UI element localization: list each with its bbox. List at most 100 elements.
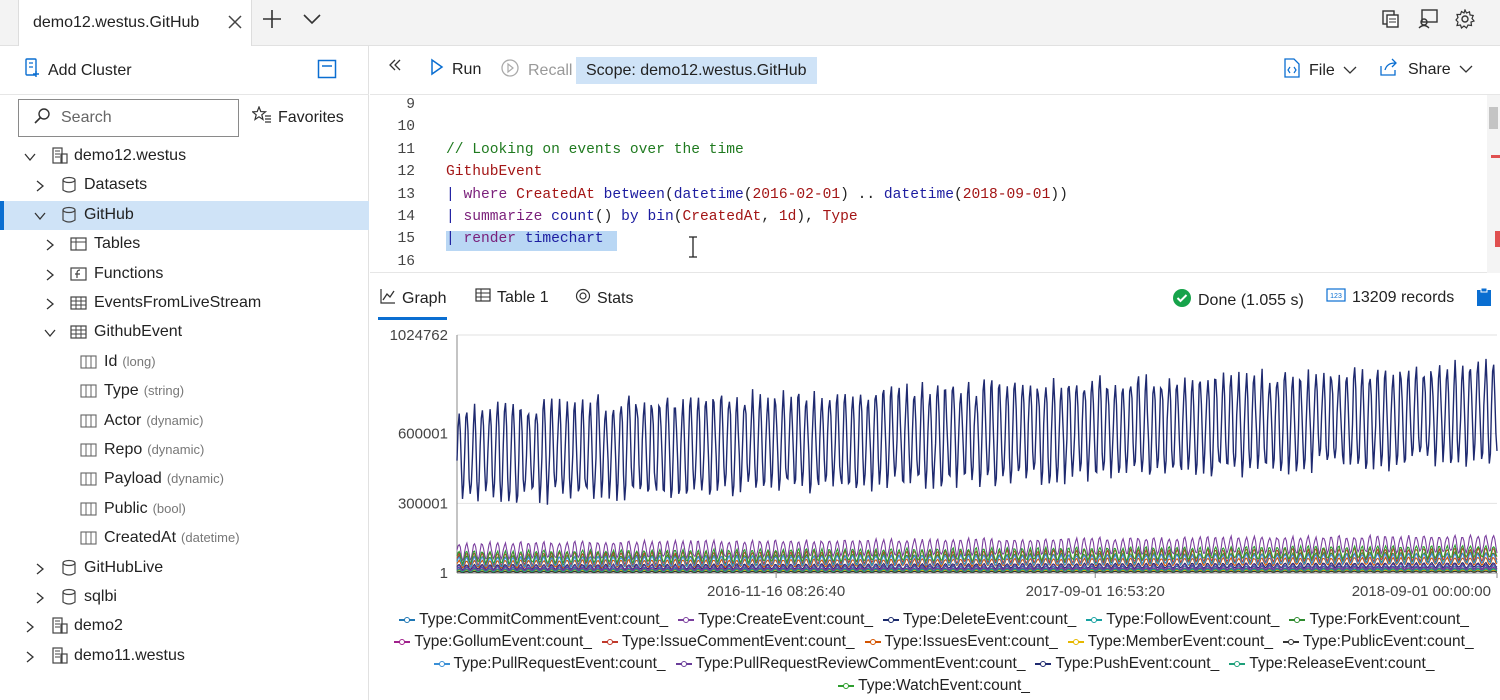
clipboard-icon[interactable]	[1476, 287, 1492, 312]
editor-scrollbar[interactable]	[1487, 95, 1500, 273]
close-icon[interactable]	[227, 14, 243, 35]
run-button[interactable]: Run	[430, 58, 481, 81]
add-cluster-button[interactable]: Add Cluster	[24, 58, 132, 83]
recall-icon	[500, 58, 520, 83]
tree-item[interactable]: demo12.westus	[0, 142, 369, 171]
chevron-right-icon[interactable]	[44, 238, 56, 251]
search-input[interactable]	[61, 109, 221, 127]
code-token: render	[463, 231, 525, 248]
timechart[interactable]: 1 300001 600001 1024762 2016-11-16 08:26:40 2…	[370, 321, 1500, 607]
collapse-left-icon[interactable]	[388, 58, 402, 72]
tree-item-name: GithubEvent	[94, 323, 183, 341]
share-icon	[1380, 58, 1400, 81]
scroll-thumb[interactable]	[1489, 107, 1498, 129]
chevron-down-icon[interactable]	[34, 209, 46, 221]
legend-swatch	[675, 659, 692, 669]
code-token: CreatedAt	[682, 209, 762, 225]
legend-item[interactable]: Type:GollumEvent:count_	[394, 633, 592, 651]
tree-item[interactable]: Public (bool)	[0, 495, 369, 524]
plus-icon[interactable]	[262, 9, 282, 34]
add-cluster-label: Add Cluster	[48, 61, 132, 79]
tree-item[interactable]: Tables	[0, 230, 369, 259]
tree-item[interactable]: GitHubLive	[0, 554, 369, 583]
copy-icon[interactable]	[1381, 9, 1401, 34]
legend-item[interactable]: Type:CreateEvent:count_	[678, 611, 873, 629]
collapse-panel-icon[interactable]	[317, 59, 337, 84]
recall-button[interactable]: Recall	[500, 58, 572, 83]
tree-item[interactable]: GitHub	[0, 200, 369, 230]
tab-table[interactable]: Table 1	[475, 288, 549, 307]
chevron-down-icon[interactable]	[302, 12, 322, 31]
code-token: 2016-02-01	[752, 186, 841, 203]
chevron-down-icon[interactable]	[24, 150, 36, 162]
tree-item[interactable]: Actor (dynamic)	[0, 407, 369, 436]
legend-item[interactable]: Type:PullRequestEvent:count_	[433, 655, 666, 673]
code-line: GithubEvent	[446, 164, 542, 180]
chevron-right-icon[interactable]	[34, 591, 46, 604]
tree-item[interactable]: GithubEvent	[0, 318, 369, 347]
active-tab-indicator	[378, 317, 447, 320]
tree-item-type: (string)	[143, 383, 185, 399]
legend-item[interactable]: Type:WatchEvent:count_	[838, 677, 1030, 695]
chevron-right-icon[interactable]	[34, 562, 46, 575]
favorites-button[interactable]: Favorites	[250, 105, 344, 129]
legend-item[interactable]: Type:FollowEvent:count_	[1086, 611, 1279, 629]
text-cursor-icon	[687, 236, 699, 263]
query-editor[interactable]: 9 10 11 // Looking on events over the time 1…	[370, 95, 1500, 273]
feedback-icon[interactable]	[1417, 9, 1439, 34]
chevron-right-icon[interactable]	[24, 650, 36, 663]
tree-item-name: demo2	[74, 617, 123, 635]
legend-label: Type:WatchEvent:count_	[858, 677, 1030, 694]
legend-item[interactable]: Type:PullRequestReviewCommentEvent:count…	[675, 655, 1026, 673]
error-marker	[1495, 231, 1500, 247]
tree-item[interactable]: CreatedAt (datetime)	[0, 524, 369, 553]
code-token: count	[551, 209, 595, 225]
legend-item[interactable]: Type:DeleteEvent:count_	[883, 611, 1076, 629]
tree-item[interactable]: Datasets	[0, 171, 369, 200]
tree-item[interactable]: EventsFromLiveStream	[0, 289, 369, 318]
function-icon	[70, 265, 88, 283]
chevron-right-icon[interactable]	[44, 297, 56, 310]
legend-item[interactable]: Type:ForkEvent:count_	[1289, 611, 1469, 629]
tree-item-label: GitHub	[84, 206, 134, 224]
tab-graph[interactable]: Graph	[380, 288, 446, 309]
legend-swatch	[864, 637, 881, 647]
legend-row: Type:PullRequestEvent:count_ Type:PullReq…	[378, 653, 1490, 675]
legend-item[interactable]: Type:IssueCommentEvent:count_	[601, 633, 855, 651]
legend-item[interactable]: Type:PublicEvent:count_	[1282, 633, 1474, 651]
code-line: | where CreatedAt between(datetime(2016-…	[446, 187, 1068, 203]
settings-icon[interactable]	[1455, 8, 1476, 34]
tree-item[interactable]: Repo (dynamic)	[0, 436, 369, 465]
tree-item[interactable]: Type (string)	[0, 377, 369, 406]
code-line: // Looking on events over the time	[446, 142, 744, 158]
file-menu-button[interactable]: File	[1283, 58, 1357, 83]
code-token: ,	[761, 209, 779, 225]
tree-item[interactable]: Id (long)	[0, 348, 369, 377]
chevron-right-icon[interactable]	[24, 620, 36, 633]
tree-item[interactable]: demo11.westus	[0, 642, 369, 671]
chevron-down-icon[interactable]	[44, 326, 56, 338]
legend-item[interactable]: Type:IssuesEvent:count_	[864, 633, 1058, 651]
search-field[interactable]	[18, 99, 239, 137]
chart-legend: Type:CommitCommentEvent:count_ Type:Creat…	[378, 609, 1490, 699]
share-menu-button[interactable]: Share	[1380, 58, 1473, 81]
tab-query[interactable]: demo12.westus.GitHub	[18, 0, 252, 46]
legend-label: Type:GollumEvent:count_	[414, 633, 592, 650]
tree-item[interactable]: Functions	[0, 260, 369, 289]
tree-item[interactable]: demo2	[0, 612, 369, 641]
code-token: timechart	[524, 231, 604, 248]
code-token: (	[664, 186, 674, 203]
tree-item[interactable]: sqlbi	[0, 583, 369, 612]
legend-item[interactable]: Type:ReleaseEvent:count_	[1229, 655, 1434, 673]
legend-item[interactable]: Type:MemberEvent:count_	[1067, 633, 1273, 651]
chevron-right-icon[interactable]	[34, 179, 46, 192]
code-token: between	[603, 186, 665, 203]
tree-item-label: demo2	[74, 617, 123, 635]
chevron-right-icon[interactable]	[44, 268, 56, 281]
tree-item[interactable]: Payload (dynamic)	[0, 465, 369, 494]
tab-stats[interactable]: Stats	[575, 288, 633, 309]
legend-item[interactable]: Type:PushEvent:count_	[1035, 655, 1219, 673]
tree-item-name: CreatedAt	[104, 529, 177, 547]
legend-item[interactable]: Type:CommitCommentEvent:count_	[399, 611, 668, 629]
legend-label: Type:PullRequestReviewCommentEvent:count…	[695, 655, 1026, 672]
